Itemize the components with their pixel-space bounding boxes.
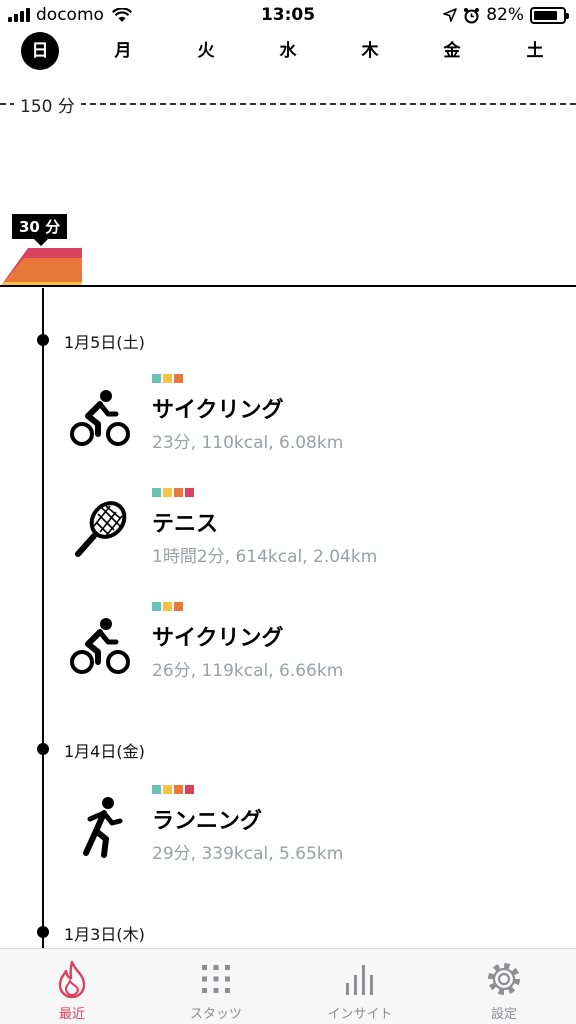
activity-name: ランニング xyxy=(152,809,263,834)
date-marker xyxy=(37,926,49,938)
flame-icon xyxy=(58,960,86,999)
max-label: 150 分 xyxy=(14,92,81,117)
date-label: 1月3日(木) xyxy=(64,925,145,944)
activity-stats: 1時間2分, 614kcal, 2.04km xyxy=(152,547,378,567)
tab-label: 設定 xyxy=(490,1007,517,1022)
grid-icon xyxy=(202,965,230,993)
activity-chart: 150 分 30 分 xyxy=(0,80,576,290)
activity-item[interactable]: ランニング 29分, 339kcal, 5.65km xyxy=(0,785,576,885)
intensity-tags xyxy=(152,785,194,794)
activity-item[interactable]: サイクリング 23分, 110kcal, 6.08km xyxy=(0,374,576,474)
cycling-icon xyxy=(70,390,130,446)
location-icon xyxy=(443,8,458,22)
bars-icon xyxy=(346,965,373,995)
activity-item[interactable]: テニス 1時間2分, 614kcal, 2.04km xyxy=(0,488,576,588)
tab-insights[interactable]: インサイト xyxy=(300,959,420,1022)
battery-percent: 82% xyxy=(486,5,524,25)
intensity-tags xyxy=(152,374,183,383)
day-bar[interactable] xyxy=(0,240,90,287)
bar-tooltip: 30 分 xyxy=(12,214,68,246)
running-icon xyxy=(83,797,123,858)
activity-stats: 29分, 339kcal, 5.65km xyxy=(152,844,344,864)
status-bar: docomo 13:05 82% xyxy=(0,0,576,32)
weekday-selector: 日 月 火 水 木 金 土 xyxy=(0,32,576,72)
day-monday[interactable]: 月 xyxy=(104,32,142,70)
tab-label: インサイト xyxy=(327,1007,393,1022)
activity-timeline: 1月5日(土) サイクリング 23分, 110kcal, 6.08km テニス … xyxy=(0,288,576,948)
tab-label: 最近 xyxy=(58,1007,85,1022)
tab-recent[interactable]: 最近 xyxy=(12,959,132,1022)
gear-icon xyxy=(488,963,520,995)
date-marker xyxy=(37,334,49,346)
activity-name: サイクリング xyxy=(152,398,284,423)
tab-settings[interactable]: 設定 xyxy=(444,959,564,1022)
day-sunday[interactable]: 日 xyxy=(21,32,59,70)
activity-name: テニス xyxy=(152,512,219,537)
day-friday[interactable]: 金 xyxy=(433,32,471,70)
day-saturday[interactable]: 土 xyxy=(516,32,554,70)
alarm-icon xyxy=(464,7,480,23)
cycling-icon xyxy=(70,618,130,674)
tab-bar: 最近 スタッツ インサイト 設定 xyxy=(0,948,576,1024)
chart-baseline xyxy=(0,285,576,287)
intensity-tags xyxy=(152,488,194,497)
activity-name: サイクリング xyxy=(152,626,284,651)
date-marker xyxy=(37,743,49,755)
tab-stats[interactable]: スタッツ xyxy=(156,959,276,1022)
date-label: 1月5日(土) xyxy=(64,333,145,352)
battery-icon xyxy=(530,6,569,24)
date-label: 1月4日(金) xyxy=(64,742,145,761)
day-tuesday[interactable]: 火 xyxy=(187,32,225,70)
day-thursday[interactable]: 木 xyxy=(351,32,389,70)
max-guide-line xyxy=(0,103,576,105)
activity-item[interactable]: サイクリング 26分, 119kcal, 6.66km xyxy=(0,602,576,702)
tab-label: スタッツ xyxy=(189,1007,242,1022)
intensity-tags xyxy=(152,602,183,611)
day-wednesday[interactable]: 水 xyxy=(269,32,307,70)
tennis-icon xyxy=(75,501,127,557)
activity-stats: 26分, 119kcal, 6.66km xyxy=(152,661,344,681)
activity-stats: 23分, 110kcal, 6.08km xyxy=(152,433,344,453)
